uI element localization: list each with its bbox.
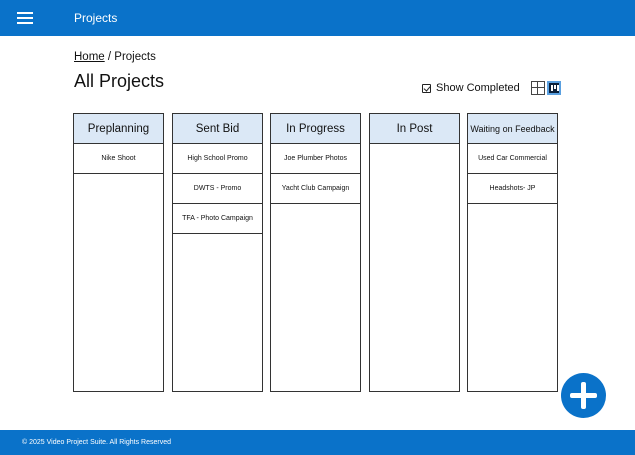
view-toggle bbox=[531, 81, 561, 95]
project-card[interactable]: TFA - Photo Campaign bbox=[173, 204, 262, 234]
board-column: Waiting on Feedback Used Car Commercial He… bbox=[467, 113, 558, 392]
add-project-button[interactable] bbox=[561, 373, 606, 418]
show-completed-toggle[interactable]: Show Completed bbox=[422, 81, 520, 95]
project-card[interactable]: High School Promo bbox=[173, 144, 262, 174]
hamburger-menu-icon[interactable] bbox=[17, 12, 33, 24]
column-header: In Post bbox=[370, 114, 459, 144]
project-card[interactable]: DWTS - Promo bbox=[173, 174, 262, 204]
project-card[interactable]: Nike Shoot bbox=[74, 144, 163, 174]
column-header: Preplanning bbox=[74, 114, 163, 144]
grid-view-icon[interactable] bbox=[531, 81, 545, 95]
page-title: All Projects bbox=[74, 71, 165, 91]
breadcrumb: Home / Projects bbox=[74, 51, 156, 63]
show-completed-checkbox[interactable] bbox=[422, 83, 431, 93]
app-root: Projects Home / Projects All Projects Sh… bbox=[0, 0, 635, 455]
breadcrumb-separator: / bbox=[104, 51, 115, 63]
breadcrumb-current: Projects bbox=[114, 51, 156, 63]
show-completed-label: Show Completed bbox=[436, 82, 520, 94]
column-header: In Progress bbox=[271, 114, 360, 144]
breadcrumb-home-link[interactable]: Home bbox=[74, 51, 105, 63]
app-title: Projects bbox=[74, 11, 118, 25]
column-header: Sent Bid bbox=[173, 114, 262, 144]
board-column: Sent Bid High School Promo DWTS - Promo TFA… bbox=[172, 113, 263, 392]
footer-copyright: © 2025 Video Project Suite. All Rights R… bbox=[22, 439, 171, 446]
board-column: In Progress Joe Plumber Photos Yacht Club … bbox=[270, 113, 361, 392]
project-card[interactable]: Used Car Commercial bbox=[468, 144, 557, 174]
board-view-icon[interactable] bbox=[547, 81, 561, 95]
project-card[interactable]: Headshots- JP bbox=[468, 174, 557, 204]
column-header: Waiting on Feedback bbox=[468, 114, 557, 144]
board-column: In Post bbox=[369, 113, 460, 392]
footer: © 2025 Video Project Suite. All Rights R… bbox=[0, 430, 635, 455]
app-bar: Projects bbox=[0, 0, 635, 36]
project-card[interactable]: Joe Plumber Photos bbox=[271, 144, 360, 174]
project-card[interactable]: Yacht Club Campaign bbox=[271, 174, 360, 204]
board-column: Preplanning Nike Shoot bbox=[73, 113, 164, 392]
